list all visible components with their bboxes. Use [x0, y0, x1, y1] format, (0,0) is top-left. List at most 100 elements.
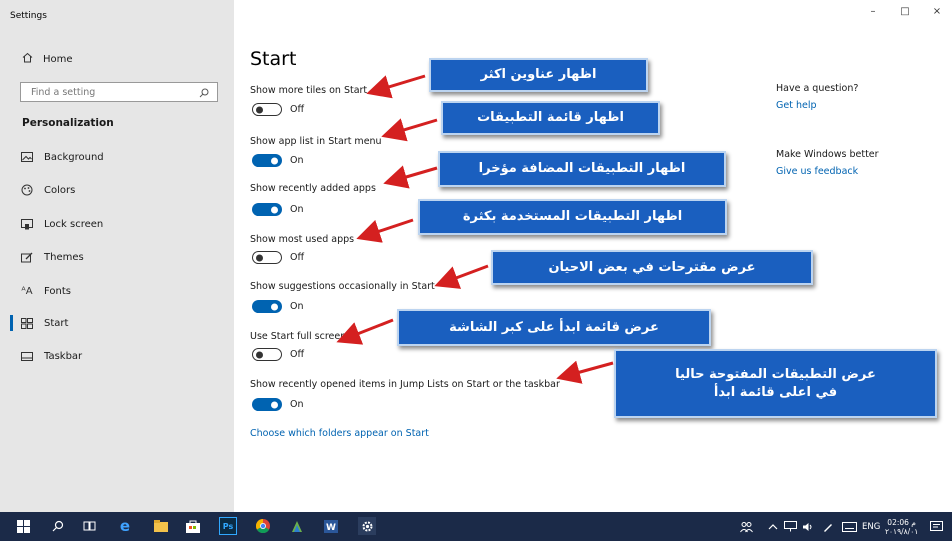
image-icon [20, 150, 34, 164]
toggle-suggestions[interactable] [252, 300, 282, 313]
sidebar-item-colors[interactable]: Colors [20, 180, 75, 200]
nav-home-label: Home [43, 53, 73, 65]
sidebar-item-taskbar[interactable]: Taskbar [20, 346, 82, 366]
toggle-state: On [290, 301, 304, 312]
search-input[interactable] [29, 85, 183, 99]
window-title: Settings [10, 11, 47, 21]
sidebar-item-label: Background [44, 151, 104, 163]
toggle-app-list[interactable] [252, 154, 282, 167]
fonts-icon: ᴬA [21, 285, 33, 297]
nav-home[interactable]: Home [22, 52, 73, 66]
toggle-knob [271, 206, 278, 213]
taskbar: e Ps W ENG 02:06 م ٢٠١٩/٨/٠١ [0, 512, 952, 541]
minimize-button[interactable]: – [866, 6, 880, 17]
toggle-state: On [290, 399, 304, 410]
notifications-icon[interactable] [930, 512, 943, 541]
windows-start-icon[interactable] [14, 517, 32, 535]
sidebar-item-label: Lock screen [44, 218, 104, 230]
svg-text:W: W [326, 523, 336, 533]
window-controls: – □ × [866, 6, 944, 17]
setting-label: Show app list in Start menu [250, 136, 382, 147]
callout-suggestions: عرض مقترحات في بعض الاحيان [491, 250, 813, 285]
sidebar-item-label: Themes [44, 251, 84, 263]
callout-recently-added: اظهار التطبيقات المضافة مؤخرا [438, 151, 726, 187]
store-icon[interactable] [184, 517, 202, 535]
sidebar: Settings Home Personalization Background… [0, 0, 234, 512]
feedback-heading: Make Windows better [776, 149, 879, 160]
pen-icon[interactable] [822, 512, 834, 541]
toggle-state: On [290, 155, 304, 166]
callout-more-tiles: اظهار عناوين اكثر [429, 58, 648, 92]
people-icon[interactable] [740, 512, 753, 541]
setting-label: Use Start full screen [250, 331, 347, 342]
taskbar-icon [20, 349, 34, 363]
search-box[interactable] [20, 82, 218, 102]
page-title: Start [250, 48, 297, 70]
setting-label: Show suggestions occasionally in Start [250, 281, 435, 292]
sidebar-item-fonts[interactable]: ᴬA Fonts [20, 281, 71, 301]
sidebar-item-label: Start [44, 317, 69, 329]
home-icon [22, 52, 33, 66]
sidebar-item-label: Fonts [44, 285, 71, 297]
toggle-recently-added[interactable] [252, 203, 282, 216]
setting-label: Show recently opened items in Jump Lists… [250, 379, 560, 390]
toggle-knob [271, 157, 278, 164]
toggle-state: Off [290, 252, 305, 263]
sidebar-item-lock-screen[interactable]: Lock screen [20, 214, 103, 234]
toggle-knob [256, 351, 263, 358]
lock-screen-icon [20, 217, 34, 231]
close-button[interactable]: × [930, 6, 944, 17]
word-icon[interactable]: W [322, 517, 340, 535]
callout-app-list: اظهار قائمة التطبيقات [441, 101, 660, 135]
active-indicator [10, 315, 13, 331]
task-view-icon[interactable] [80, 517, 98, 535]
search-icon[interactable] [199, 83, 209, 102]
network-icon[interactable] [784, 512, 797, 541]
sidebar-item-background[interactable]: Background [20, 147, 104, 167]
toggle-knob [271, 401, 278, 408]
toggle-jump-lists[interactable] [252, 398, 282, 411]
volume-icon[interactable] [802, 512, 814, 541]
sidebar-item-themes[interactable]: Themes [20, 247, 84, 267]
search-icon[interactable] [49, 517, 67, 535]
question-heading: Have a question? [776, 83, 859, 94]
choose-folders-link[interactable]: Choose which folders appear on Start [250, 428, 429, 439]
sidebar-item-label: Taskbar [44, 350, 83, 362]
setting-label: Show more tiles on Start [250, 85, 368, 96]
toggle-more-tiles[interactable] [252, 103, 282, 116]
photoshop-icon[interactable]: Ps [219, 517, 237, 535]
toggle-knob [256, 106, 263, 113]
settings-gear-icon[interactable] [358, 517, 376, 535]
get-help-link[interactable]: Get help [776, 100, 817, 111]
clock-time: 02:06 م [887, 517, 916, 527]
toggle-state: Off [290, 349, 305, 360]
setting-label: Show most used apps [250, 234, 355, 245]
setting-label: Show recently added apps [250, 183, 376, 194]
callout-line-1: عرض التطبيقات المفتوحة حاليا [675, 366, 876, 382]
edge-icon[interactable]: e [116, 517, 134, 535]
section-heading: Personalization [22, 117, 114, 129]
callout-line-2: في اعلى قائمة ابدأ [713, 384, 838, 400]
callout-full-screen: عرض قائمة ابدأ على كبر الشاشة [397, 309, 711, 346]
toggle-state: On [290, 204, 304, 215]
toggle-knob [271, 303, 278, 310]
themes-icon [20, 250, 34, 264]
chevron-up-icon[interactable] [768, 512, 778, 541]
sidebar-item-label: Colors [44, 184, 76, 196]
toggle-state: Off [290, 104, 305, 115]
sidebar-item-start[interactable]: Start [20, 313, 68, 333]
app-icon[interactable] [288, 517, 306, 535]
chrome-icon[interactable] [254, 517, 272, 535]
give-feedback-link[interactable]: Give us feedback [776, 166, 858, 177]
file-explorer-icon[interactable] [152, 517, 170, 535]
keyboard-icon[interactable] [842, 512, 857, 541]
start-icon [20, 316, 34, 330]
maximize-button[interactable]: □ [898, 6, 912, 17]
callout-jump-lists: عرض التطبيقات المفتوحة حاليا في اعلى قائ… [614, 349, 937, 418]
toggle-most-used[interactable] [252, 251, 282, 264]
callout-most-used: اظهار التطبيقات المستخدمة بكثرة [418, 199, 727, 235]
toggle-knob [256, 254, 263, 261]
toggle-full-screen[interactable] [252, 348, 282, 361]
language-indicator[interactable]: ENG [862, 512, 880, 541]
clock[interactable]: 02:06 م ٢٠١٩/٨/٠١ [885, 512, 918, 541]
